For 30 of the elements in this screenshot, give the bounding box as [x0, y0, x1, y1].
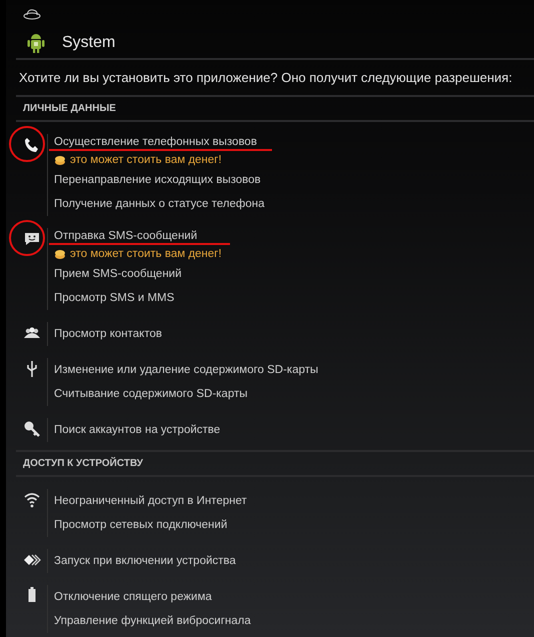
permission-text: Запуск при включении устройства	[54, 554, 236, 569]
permission-text: Изменение или удаление содержимого SD-карты	[54, 363, 318, 378]
permission-text: Прием SMS-сообщений	[54, 267, 183, 282]
permission-text: Просмотр SMS и MMS	[54, 291, 176, 306]
permission-text: Получение данных о статусе телефона	[54, 197, 264, 212]
battery-icon	[28, 587, 36, 602]
permission-text: Управление функцией вибросигнала	[54, 614, 251, 629]
permission-text: Просмотр сетевых подключений	[54, 518, 228, 533]
message-icon	[22, 230, 40, 248]
permission-text: Поиск аккаунтов на устройстве	[54, 423, 220, 438]
section-header: ЛИЧНЫЕ ДАННЫЕ	[22, 102, 117, 116]
cost-warning: это может стоить вам денег!	[54, 245, 222, 262]
wifi-icon	[22, 491, 40, 509]
cost-warning: это может стоить вам денег!	[54, 151, 264, 168]
permission-text: Считывание содержимого SD-карты	[54, 387, 249, 402]
coins-icon	[54, 248, 66, 258]
permission-text: Отправка SMS-сообщений	[49, 228, 230, 245]
permission-text: Просмотр контактов	[54, 327, 162, 342]
hat-icon	[23, 8, 41, 20]
install-prompt: Хотите ли вы установить это приложение? Оно получит следующие разрешения:	[18, 69, 514, 87]
section-header: ДОСТУП К УСТРОЙСТВУ	[22, 456, 144, 471]
permission-text: Осуществление телефонных вызовов	[49, 134, 272, 151]
key-icon	[22, 420, 40, 438]
permission-text: Перенаправление исходящих вызовов	[54, 173, 262, 188]
coins-icon	[54, 154, 66, 164]
robot-icon	[26, 32, 46, 54]
phone-icon	[22, 136, 40, 154]
permission-text: Отключение спящего режима	[54, 590, 213, 605]
app-title: System	[62, 34, 116, 52]
permission-text: Неограниченный доступ в Интернет	[54, 494, 247, 509]
